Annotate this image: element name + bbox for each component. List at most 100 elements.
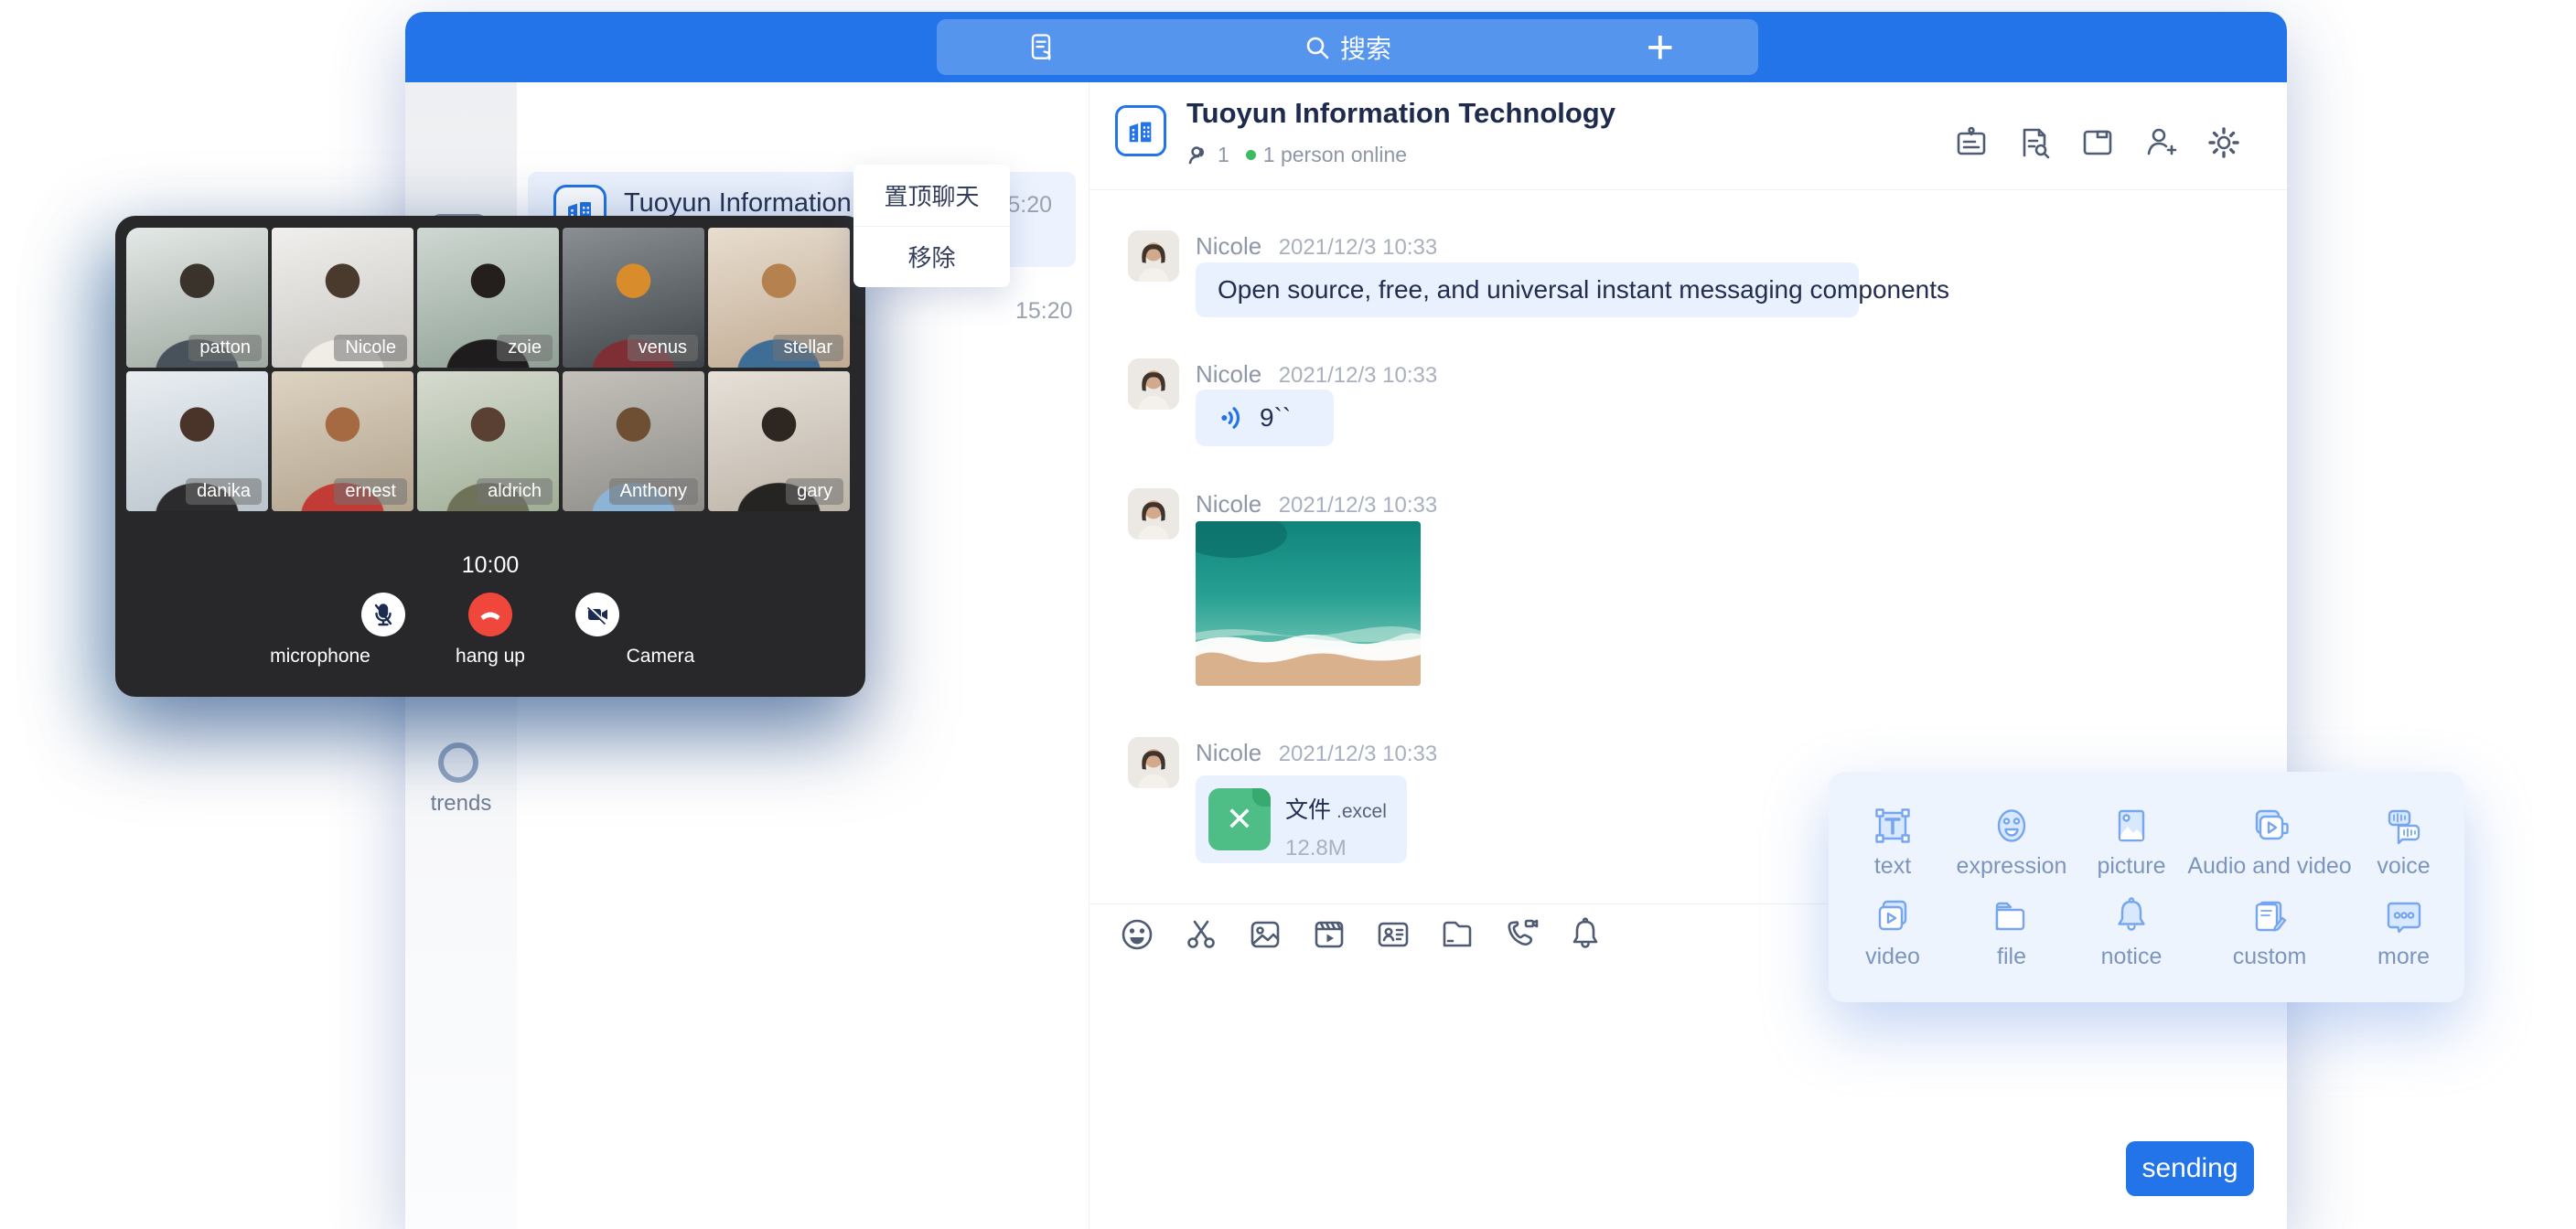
- panel-item-file[interactable]: file: [1943, 894, 2080, 970]
- add-member-icon[interactable]: [2141, 123, 2181, 163]
- file-info: 文件.excel 12.8M: [1285, 788, 1387, 850]
- panel-item-notice[interactable]: notice: [2080, 894, 2183, 970]
- message-avatar[interactable]: [1128, 230, 1179, 282]
- call-controls: [115, 593, 865, 636]
- call-timer: 10:00: [115, 552, 865, 579]
- contact-card-icon[interactable]: [1373, 914, 1413, 955]
- online-dot: [1246, 150, 1256, 160]
- file-panel-icon: [1990, 894, 2034, 938]
- file-message-bubble[interactable]: ✕ 文件.excel 12.8M: [1196, 775, 1407, 863]
- announcement-icon[interactable]: [1951, 123, 1991, 163]
- settings-gear-icon[interactable]: [2204, 123, 2244, 163]
- sender-name: Nicole: [1196, 232, 1261, 260]
- chat-history-search-icon[interactable]: [2014, 123, 2055, 163]
- message-avatar[interactable]: [1128, 358, 1179, 410]
- search-placeholder: 搜索: [1340, 29, 1391, 66]
- composer-toolbar: [1117, 914, 1605, 955]
- voice-wave-icon: [1219, 404, 1247, 432]
- online-status: 1 person online: [1263, 143, 1407, 167]
- search-icon: [1304, 34, 1331, 61]
- conversation-time-2: 15:20: [1015, 298, 1073, 325]
- search-center[interactable]: 搜索: [937, 19, 1758, 75]
- panel-item-voice[interactable]: voice: [2356, 804, 2451, 880]
- sender-name: Nicole: [1196, 490, 1261, 518]
- file-name: 文件.excel: [1285, 792, 1387, 825]
- beach-photo: [1196, 521, 1421, 686]
- participant-name-label: patton: [188, 335, 262, 361]
- trends-label[interactable]: trends: [405, 791, 517, 817]
- message-meta: Nicole 2021/12/3 10:33: [1196, 739, 1437, 767]
- participant-tile: zoie: [417, 228, 559, 368]
- participant-tile: gary: [708, 371, 850, 511]
- chat-header-actions: [1951, 123, 2244, 163]
- microphone-label: microphone: [235, 646, 405, 668]
- add-icon[interactable]: +: [1647, 19, 1674, 75]
- chat-header-avatar: [1115, 105, 1166, 156]
- participant-name-label: ernest: [334, 478, 407, 505]
- folder-icon[interactable]: [1437, 914, 1477, 955]
- chat-subtitle: 1 1 person online: [1186, 143, 1407, 167]
- participant-name-label: venus: [628, 335, 698, 361]
- panel-item-audio-video[interactable]: Audio and video: [2183, 804, 2356, 880]
- more-panel-icon: [2382, 894, 2426, 938]
- chat-title: Tuoyun Information Technology: [1186, 97, 1615, 130]
- voice-message-bubble[interactable]: 9``: [1196, 390, 1334, 446]
- search-bar[interactable]: 搜索 +: [937, 19, 1758, 75]
- chat-header: Tuoyun Information Technology 1 1 person…: [1089, 82, 2287, 190]
- files-icon[interactable]: [2077, 123, 2118, 163]
- participant-name-label: Nicole: [334, 335, 407, 361]
- panel-item-video[interactable]: video: [1842, 894, 1943, 970]
- message-meta: Nicole 2021/12/3 10:33: [1196, 490, 1437, 518]
- member-count: 1: [1218, 143, 1229, 167]
- picture-icon[interactable]: [1245, 914, 1285, 955]
- participant-name-label: zoie: [497, 335, 553, 361]
- picture-panel-icon: [2109, 804, 2153, 848]
- expression-icon: [1990, 804, 2034, 848]
- message-avatar[interactable]: [1128, 488, 1179, 540]
- text-message-bubble[interactable]: Open source, free, and universal instant…: [1196, 262, 1859, 317]
- hang-up-icon: [477, 601, 504, 628]
- participant-name-label: gary: [786, 478, 843, 505]
- message-time: 2021/12/3 10:33: [1279, 742, 1438, 766]
- conversation-context-menu: 置顶聊天 移除: [853, 165, 1010, 287]
- message-time: 2021/12/3 10:33: [1279, 363, 1438, 388]
- screenshot-scissors-icon[interactable]: [1181, 914, 1221, 955]
- panel-item-custom[interactable]: custom: [2183, 894, 2356, 970]
- hang-up-button[interactable]: [468, 593, 512, 636]
- notice-panel-icon: [2109, 894, 2153, 938]
- menu-item-pin-chat[interactable]: 置顶聊天: [853, 165, 1010, 226]
- video-panel-icon: [1871, 894, 1915, 938]
- chat-panel: Tuoyun Information Technology 1 1 person…: [1089, 82, 2287, 1229]
- panel-item-picture[interactable]: picture: [2080, 804, 2183, 880]
- send-button[interactable]: sending: [2126, 1141, 2254, 1196]
- message-time: 2021/12/3 10:33: [1279, 493, 1438, 518]
- folded-corner: [1252, 788, 1271, 807]
- message-time: 2021/12/3 10:33: [1279, 235, 1438, 260]
- message-text: Open source, free, and universal instant…: [1218, 275, 1949, 305]
- file-size: 12.8M: [1285, 836, 1387, 861]
- audio-video-call-icon[interactable]: [1501, 914, 1541, 955]
- call-control-labels: microphone hang up Camera: [115, 646, 865, 668]
- members-icon: [1186, 144, 1210, 167]
- panel-item-text[interactable]: text: [1842, 804, 1943, 880]
- camera-off-button[interactable]: [575, 593, 619, 636]
- notification-bell-icon[interactable]: [1565, 914, 1605, 955]
- participant-tile: ernest: [272, 371, 413, 511]
- image-message[interactable]: [1196, 521, 1421, 686]
- panel-item-expression[interactable]: expression: [1943, 804, 2080, 880]
- trends-icon[interactable]: [438, 743, 478, 783]
- participant-name-label: stellar: [773, 335, 843, 361]
- message-avatar[interactable]: [1128, 737, 1179, 788]
- emoji-icon[interactable]: [1117, 914, 1157, 955]
- microphone-muted-button[interactable]: [361, 593, 405, 636]
- participant-tile: venus: [563, 228, 704, 368]
- message-type-panel: text expression picture Audio and video: [1829, 772, 2464, 1002]
- video-clapper-icon[interactable]: [1309, 914, 1349, 955]
- video-call-overlay: patton Nicole zoie venus stellar danika …: [115, 216, 865, 697]
- file-x-glyph: ✕: [1226, 803, 1253, 836]
- custom-panel-icon: [2248, 894, 2292, 938]
- message-meta: Nicole 2021/12/3 10:33: [1196, 360, 1437, 389]
- menu-item-remove[interactable]: 移除: [853, 226, 1010, 288]
- participant-tile: danika: [126, 371, 268, 511]
- panel-item-more[interactable]: more: [2356, 894, 2451, 970]
